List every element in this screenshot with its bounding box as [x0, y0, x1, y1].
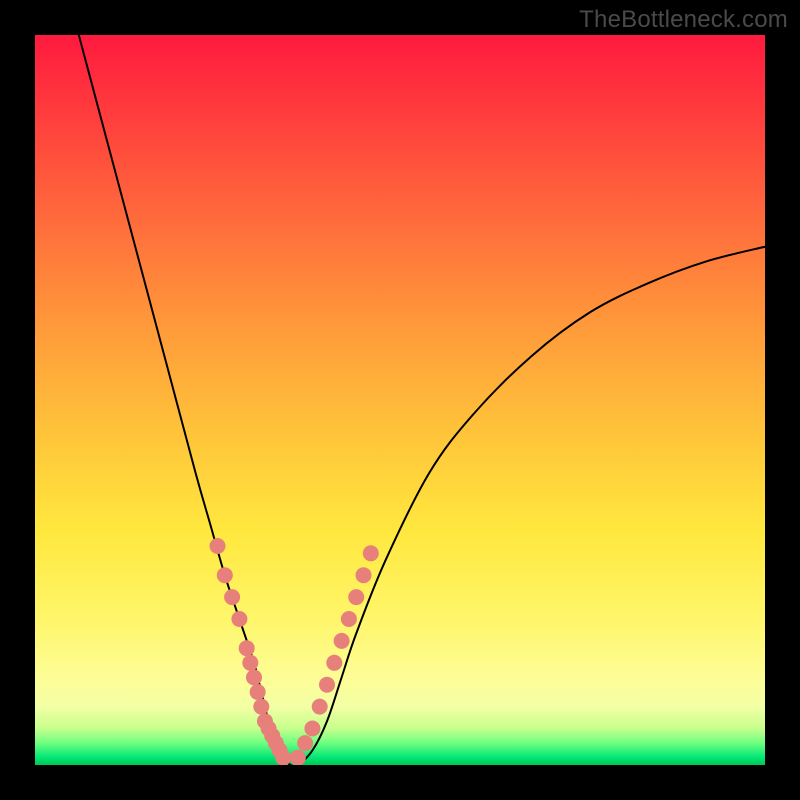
- highlight-dot: [242, 655, 258, 671]
- highlight-dot: [304, 721, 320, 737]
- highlight-dot: [253, 699, 269, 715]
- highlight-dot: [250, 684, 266, 700]
- highlight-dot: [334, 633, 350, 649]
- chart-frame: TheBottleneck.com: [0, 0, 800, 800]
- highlight-dot: [319, 677, 335, 693]
- highlight-dot: [231, 611, 247, 627]
- highlight-dot: [217, 567, 233, 583]
- plot-area: [35, 35, 765, 765]
- highlight-dot: [210, 538, 226, 554]
- highlight-dot: [341, 611, 357, 627]
- highlight-dot: [326, 655, 342, 671]
- highlight-dot: [224, 589, 240, 605]
- highlight-dot: [312, 699, 328, 715]
- chart-svg: [35, 35, 765, 765]
- highlight-dot: [275, 750, 291, 765]
- highlight-dots-right: [290, 545, 379, 765]
- highlight-dots-left: [210, 538, 292, 765]
- highlight-dot: [297, 735, 313, 751]
- bottleneck-curve-path: [79, 35, 765, 765]
- highlight-dot: [239, 640, 255, 656]
- watermark-text: TheBottleneck.com: [579, 6, 788, 34]
- highlight-dot: [246, 669, 262, 685]
- highlight-dot: [290, 750, 306, 765]
- highlight-dot: [348, 589, 364, 605]
- highlight-dot: [356, 567, 372, 583]
- highlight-dot: [363, 545, 379, 561]
